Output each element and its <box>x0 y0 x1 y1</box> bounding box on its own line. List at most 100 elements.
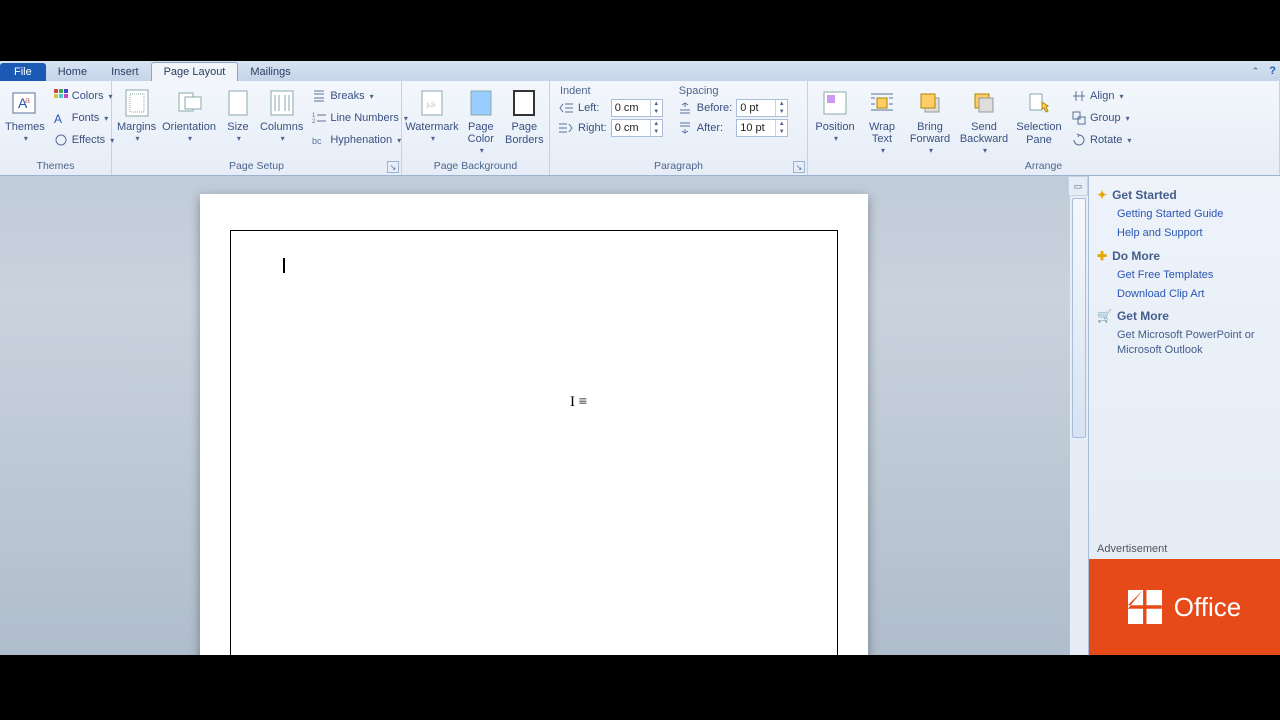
selection-pane-button[interactable]: Selection Pane <box>1014 85 1064 157</box>
get-templates-link[interactable]: Get Free Templates <box>1097 266 1272 285</box>
orientation-button[interactable]: Orientation▾ <box>161 85 217 157</box>
get-started-heading: ✦Get Started <box>1097 188 1272 202</box>
colors-button[interactable]: Colors▾ <box>50 85 117 107</box>
effects-icon <box>53 132 69 148</box>
position-icon <box>819 87 851 119</box>
office-logo-icon <box>1128 590 1162 624</box>
spacing-heading: Spacing <box>677 85 788 99</box>
breaks-icon <box>311 88 327 104</box>
workspace: I ≡ ▭ ✦Get Started Getting Started Guide… <box>0 176 1280 655</box>
text-cursor <box>283 258 285 273</box>
cart-icon: 🛒 <box>1097 309 1112 323</box>
getting-started-guide-link[interactable]: Getting Started Guide <box>1097 205 1272 224</box>
page[interactable] <box>200 194 868 655</box>
send-backward-icon <box>968 87 1000 119</box>
selection-pane-icon <box>1023 87 1055 119</box>
line-numbers-icon: 12 <box>311 110 327 126</box>
svg-text:A: A <box>54 112 62 125</box>
themes-group-label: Themes <box>4 158 107 175</box>
mouse-ibeam-cursor: I ≡ <box>570 394 587 411</box>
page-setup-launcher[interactable]: ↘ <box>387 161 399 173</box>
do-more-heading: ✚Do More <box>1097 249 1272 263</box>
svg-text:2: 2 <box>312 119 316 125</box>
breaks-button[interactable]: Breaks▾ <box>308 85 411 107</box>
spacing-after-input[interactable]: 10 pt▲▼ <box>736 119 788 137</box>
svg-text:bc: bc <box>312 136 322 146</box>
help-icon[interactable]: ? <box>1269 65 1276 77</box>
indent-heading: Indent <box>558 85 663 99</box>
help-support-link[interactable]: Help and Support <box>1097 224 1272 243</box>
tab-page-layout[interactable]: Page Layout <box>151 62 239 81</box>
page-borders-icon <box>508 87 540 119</box>
spacing-after-icon <box>677 120 693 136</box>
ribbon: Aa Themes▾ Colors▾ AFonts▾ Effects▾ Them… <box>0 81 1280 176</box>
tab-mailings[interactable]: Mailings <box>238 63 302 81</box>
position-button[interactable]: Position▾ <box>812 85 858 157</box>
effects-button[interactable]: Effects▾ <box>50 129 117 151</box>
getting-started-pane: ✦Get Started Getting Started Guide Help … <box>1088 176 1280 655</box>
send-backward-button[interactable]: Send Backward▾ <box>958 85 1010 157</box>
fonts-button[interactable]: AFonts▾ <box>50 107 117 129</box>
spacing-after-label: After: <box>697 122 732 134</box>
page-borders-button[interactable]: Page Borders <box>504 85 545 157</box>
sparkle-icon: ✦ <box>1097 188 1107 202</box>
group-icon <box>1071 110 1087 126</box>
get-more-text: Get Microsoft PowerPoint or Microsoft Ou… <box>1097 326 1272 360</box>
orientation-icon <box>173 87 205 119</box>
scroll-thumb[interactable] <box>1072 198 1086 438</box>
ruler-toggle[interactable]: ▭ <box>1068 176 1088 196</box>
columns-button[interactable]: Columns▾ <box>259 85 304 157</box>
page-background-group-label: Page Background <box>406 158 545 175</box>
rotate-button[interactable]: Rotate▾ <box>1068 129 1134 151</box>
tab-home[interactable]: Home <box>46 63 99 81</box>
get-more-heading: 🛒Get More <box>1097 309 1272 323</box>
minimize-ribbon-icon[interactable]: ⌃ <box>1252 66 1260 77</box>
indent-left-label: Left: <box>578 102 607 114</box>
window-controls: ⌃ ? <box>1252 61 1276 81</box>
svg-text:a: a <box>25 95 30 105</box>
page-color-button[interactable]: Page Color▾ <box>462 85 500 157</box>
group-button[interactable]: Group▾ <box>1068 107 1134 129</box>
office-ad[interactable]: Office <box>1089 559 1280 655</box>
margins-icon <box>121 87 153 119</box>
spacing-before-label: Before: <box>697 102 732 114</box>
fonts-icon: A <box>53 110 69 126</box>
rotate-icon <box>1071 132 1087 148</box>
hyphenation-icon: bc <box>311 132 327 148</box>
hyphenation-button[interactable]: bcHyphenation▾ <box>308 129 411 151</box>
paragraph-group-label: Paragraph <box>554 158 803 175</box>
paragraph-launcher[interactable]: ↘ <box>793 161 805 173</box>
size-icon <box>222 87 254 119</box>
colors-icon <box>53 88 69 104</box>
themes-button[interactable]: Aa Themes▾ <box>4 85 46 157</box>
bring-forward-icon <box>914 87 946 119</box>
indent-left-input[interactable]: 0 cm▲▼ <box>611 99 663 117</box>
document-area[interactable]: I ≡ ▭ <box>0 176 1088 655</box>
wrap-text-icon <box>866 87 898 119</box>
themes-icon: Aa <box>9 87 41 119</box>
bring-forward-button[interactable]: Bring Forward▾ <box>906 85 954 157</box>
margins-button[interactable]: Margins▾ <box>116 85 157 157</box>
size-button[interactable]: Size▾ <box>221 85 255 157</box>
spacing-before-input[interactable]: 0 pt▲▼ <box>736 99 788 117</box>
indent-left-icon <box>558 100 574 116</box>
ribbon-tabs: File Home Insert Page Layout Mailings ⌃ … <box>0 61 1280 81</box>
tab-insert[interactable]: Insert <box>99 63 151 81</box>
watermark-icon: Aa <box>416 87 448 119</box>
indent-right-input[interactable]: 0 cm▲▼ <box>611 119 663 137</box>
indent-right-icon <box>558 120 574 136</box>
advertisement-label: Advertisement <box>1097 539 1272 559</box>
spacing-before-icon <box>677 100 693 116</box>
align-icon <box>1071 88 1087 104</box>
plus-icon: ✚ <box>1097 249 1107 263</box>
download-clipart-link[interactable]: Download Clip Art <box>1097 285 1272 304</box>
wrap-text-button[interactable]: Wrap Text▾ <box>862 85 902 157</box>
tab-file[interactable]: File <box>0 63 46 81</box>
line-numbers-button[interactable]: 12Line Numbers▾ <box>308 107 411 129</box>
vertical-scrollbar[interactable] <box>1070 196 1088 655</box>
align-button[interactable]: Align▾ <box>1068 85 1134 107</box>
page-color-icon <box>465 87 497 119</box>
columns-icon <box>266 87 298 119</box>
watermark-button[interactable]: AaWatermark▾ <box>406 85 458 157</box>
indent-right-label: Right: <box>578 122 607 134</box>
